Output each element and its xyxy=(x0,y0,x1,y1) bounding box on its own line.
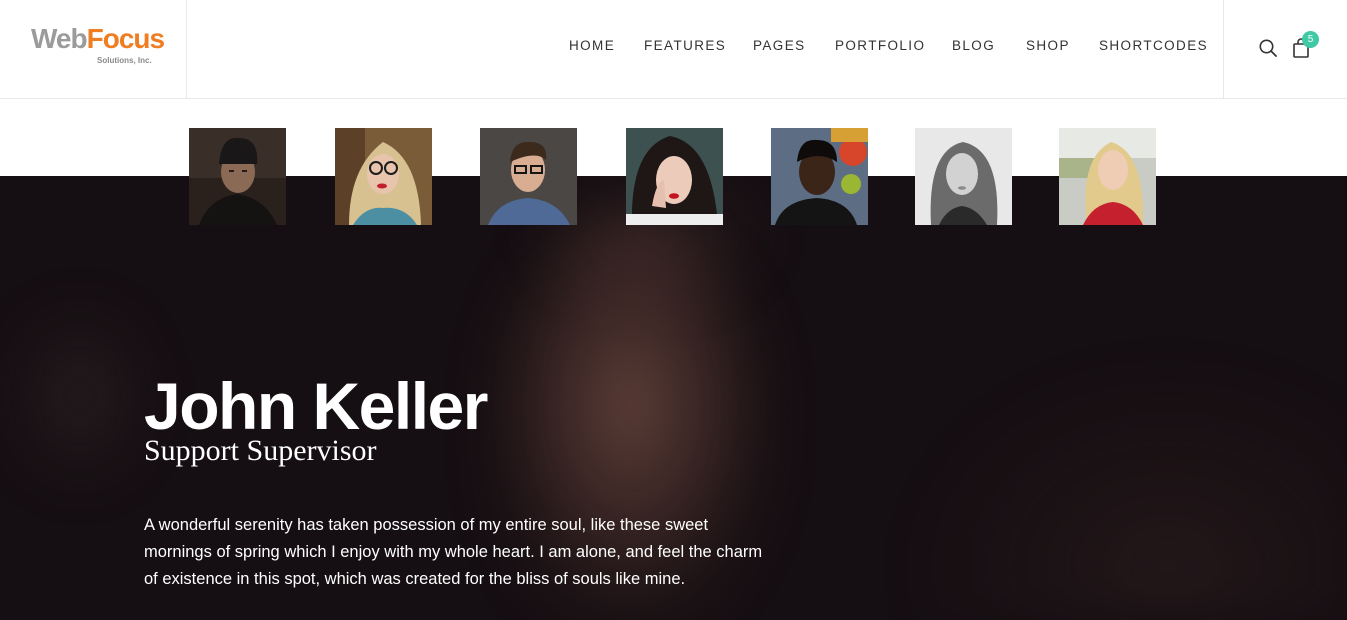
portrait-man-graffiti-icon xyxy=(771,128,868,225)
team-thumb-6[interactable] xyxy=(915,128,1012,225)
nav-item-shortcodes[interactable]: SHORTCODES xyxy=(1099,38,1208,53)
nav-item-home[interactable]: HOME xyxy=(569,38,615,53)
header-tools: 5 xyxy=(1223,0,1347,98)
portrait-woman-dark-hair-icon xyxy=(626,128,723,225)
logo-wordmark-focus: Focus xyxy=(86,23,165,54)
cart-count-badge: 5 xyxy=(1302,31,1319,48)
nav-item-pages[interactable]: PAGES xyxy=(753,38,806,53)
nav-item-features[interactable]: FEATURES xyxy=(644,38,726,53)
portrait-woman-grayscale-icon xyxy=(915,128,1012,225)
member-role: Support Supervisor xyxy=(144,434,377,467)
team-thumb-4[interactable] xyxy=(626,128,723,225)
team-thumb-3[interactable] xyxy=(480,128,577,225)
nav-item-portfolio[interactable]: PORTFOLIO xyxy=(835,38,925,53)
site-header: WebFocus Solutions, Inc. HOME FEATURES P… xyxy=(0,0,1347,99)
team-member-hero: John Keller Support Supervisor A wonderf… xyxy=(0,176,1347,620)
site-logo[interactable]: WebFocus Solutions, Inc. xyxy=(31,23,165,69)
logo-container: WebFocus Solutions, Inc. xyxy=(0,0,187,98)
logo-wordmark: WebFocus xyxy=(31,23,165,55)
nav-item-shop[interactable]: SHOP xyxy=(1026,38,1070,53)
team-thumb-5[interactable] xyxy=(771,128,868,225)
portrait-man-glasses-icon xyxy=(480,128,577,225)
portrait-woman-glasses-icon xyxy=(335,128,432,225)
team-thumb-7[interactable] xyxy=(1059,128,1156,225)
nav-item-blog[interactable]: BLOG xyxy=(952,38,995,53)
search-icon[interactable] xyxy=(1258,38,1278,58)
logo-tagline: Solutions, Inc. xyxy=(97,56,152,65)
team-thumbnail-strip xyxy=(0,128,1347,225)
member-bio: A wonderful serenity has taken possessio… xyxy=(144,516,763,588)
team-thumb-2[interactable] xyxy=(335,128,432,225)
portrait-man-beanie-icon xyxy=(189,128,286,225)
portrait-woman-blonde-icon xyxy=(1059,128,1156,225)
logo-wordmark-web: Web xyxy=(31,23,88,54)
team-thumb-1[interactable] xyxy=(189,128,286,225)
